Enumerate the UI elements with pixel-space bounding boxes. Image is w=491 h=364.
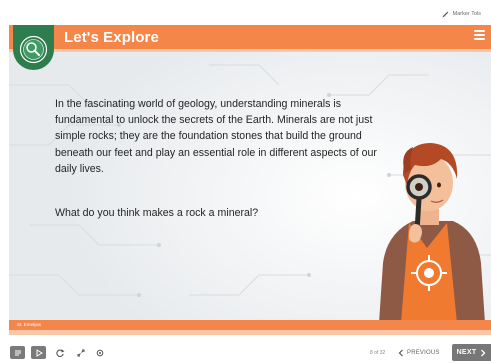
intro-paragraph: In the fascinating world of geology, und… (55, 98, 377, 175)
slide-title: Let's Explore (64, 29, 159, 46)
audio-button[interactable] (92, 346, 107, 359)
audio-icon (96, 349, 103, 356)
next-label: NEXT (456, 349, 477, 356)
character-illustration (379, 143, 485, 323)
question-text: What do you think makes a rock a mineral… (55, 207, 259, 219)
marker-tools-button[interactable]: Marker Tols (441, 9, 481, 18)
footer-label: St. Emelyas (17, 322, 42, 327)
logo-icon (19, 35, 48, 64)
play-icon (36, 348, 43, 357)
player-controls: 8 of 32 PREVIOUS NEXT (0, 340, 491, 364)
transcript-icon (14, 350, 21, 355)
fullscreen-button[interactable] (73, 346, 88, 359)
footer-band (9, 320, 491, 330)
menu-icon[interactable] (474, 30, 485, 40)
marker-tools-label: Marker Tols (452, 10, 481, 17)
page-indicator: 8 of 32 (370, 350, 386, 356)
logo-badge (13, 25, 54, 70)
header-strip (9, 49, 491, 52)
slide: Let's Explore In the fascinating world o… (9, 25, 491, 335)
footer-strip (9, 330, 491, 335)
chevron-right-icon (481, 349, 486, 356)
marker-icon (441, 11, 448, 18)
chevron-left-icon (398, 349, 403, 357)
transcript-button[interactable] (10, 346, 25, 359)
previous-label: PREVIOUS (407, 350, 440, 356)
previous-button[interactable]: PREVIOUS (398, 347, 440, 359)
play-button[interactable] (31, 346, 46, 359)
fullscreen-icon (77, 349, 84, 356)
top-bar: Marker Tols (0, 0, 491, 24)
replay-icon (55, 348, 64, 357)
replay-button[interactable] (52, 346, 67, 359)
next-button[interactable]: NEXT (452, 344, 491, 361)
